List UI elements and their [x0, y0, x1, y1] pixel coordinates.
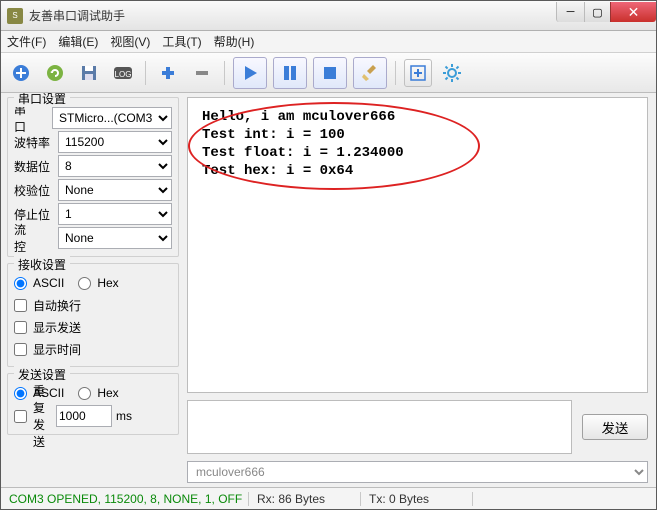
parity-label: 校验位 — [14, 182, 52, 199]
status-connection: COM3 OPENED, 115200, 8, NONE, 1, OFF — [1, 492, 249, 506]
autowrap-check[interactable]: 自动换行 — [14, 294, 172, 316]
status-tx: Tx: 0 Bytes — [361, 492, 473, 506]
menu-edit[interactable]: 编辑(E) — [58, 33, 98, 50]
window-buttons: ─ ▢ ✕ — [556, 1, 656, 30]
menu-view[interactable]: 视图(V) — [110, 33, 150, 50]
status-rx: Rx: 86 Bytes — [249, 492, 361, 506]
app-window: S 友善串口调试助手 ─ ▢ ✕ 文件(F) 编辑(E) 视图(V) 工具(T)… — [0, 0, 657, 510]
parity-select[interactable]: None — [58, 179, 172, 201]
port-select[interactable]: STMicro...(COM3 — [52, 107, 172, 129]
menu-help[interactable]: 帮助(H) — [214, 33, 255, 50]
plus-icon[interactable] — [154, 59, 182, 87]
showtime-check[interactable]: 显示时间 — [14, 338, 172, 360]
refresh-icon[interactable] — [41, 59, 69, 87]
separator — [224, 61, 225, 85]
menubar: 文件(F) 编辑(E) 视图(V) 工具(T) 帮助(H) — [1, 31, 656, 53]
sidebar: 串口设置 串 口 STMicro...(COM3 波特率 115200 数据位 … — [1, 93, 185, 487]
send-row: 发送 — [187, 399, 648, 455]
pause-icon[interactable] — [273, 57, 307, 89]
separator — [145, 61, 146, 85]
group-legend: 串口设置 — [14, 93, 70, 107]
play-icon[interactable] — [233, 57, 267, 89]
flow-label: 流 控 — [14, 221, 52, 255]
recv-hex-radio[interactable]: Hex — [78, 272, 118, 294]
receive-textarea[interactable]: Hello, i am mculover666 Test int: i = 10… — [187, 97, 648, 393]
stopbit-label: 停止位 — [14, 206, 52, 223]
repeat-check[interactable]: 重复发送 — [14, 405, 52, 427]
close-button[interactable]: ✕ — [610, 2, 656, 22]
send-button[interactable]: 发送 — [582, 414, 648, 440]
stopbit-select[interactable]: 1 — [58, 203, 172, 225]
clean-icon[interactable] — [353, 57, 387, 89]
toolbar: LOG — [1, 53, 656, 93]
history-select[interactable]: mculover666 — [187, 461, 648, 483]
recv-ascii-radio[interactable]: ASCII — [14, 272, 64, 294]
baud-select[interactable]: 115200 — [58, 131, 172, 153]
recv-settings-group: 接收设置 ASCII Hex 自动换行 显示发送 显示时间 — [7, 263, 179, 367]
log-icon[interactable]: LOG — [109, 59, 137, 87]
separator — [395, 61, 396, 85]
interval-input[interactable] — [56, 405, 112, 427]
svg-text:LOG: LOG — [115, 70, 132, 79]
maximize-button[interactable]: ▢ — [584, 2, 610, 22]
baud-label: 波特率 — [14, 134, 52, 151]
add-panel-icon[interactable] — [404, 59, 432, 87]
app-icon: S — [7, 8, 23, 24]
group-legend: 接收设置 — [14, 256, 70, 273]
gear-icon[interactable] — [438, 59, 466, 87]
new-icon[interactable] — [7, 59, 35, 87]
showsend-check[interactable]: 显示发送 — [14, 316, 172, 338]
serial-settings-group: 串口设置 串 口 STMicro...(COM3 波特率 115200 数据位 … — [7, 97, 179, 257]
menu-tool[interactable]: 工具(T) — [162, 33, 201, 50]
databit-label: 数据位 — [14, 158, 52, 175]
right-column: Hello, i am mculover666 Test int: i = 10… — [185, 93, 656, 487]
minus-icon[interactable] — [188, 59, 216, 87]
titlebar[interactable]: S 友善串口调试助手 ─ ▢ ✕ — [1, 1, 656, 31]
minimize-button[interactable]: ─ — [556, 2, 584, 22]
save-icon[interactable] — [75, 59, 103, 87]
status-bar: COM3 OPENED, 115200, 8, NONE, 1, OFF Rx:… — [1, 487, 656, 509]
flow-select[interactable]: None — [58, 227, 172, 249]
window-title: 友善串口调试助手 — [29, 7, 556, 24]
send-settings-group: 发送设置 ASCII Hex 重复发送 ms — [7, 373, 179, 435]
group-legend: 发送设置 — [14, 366, 70, 383]
receive-text: Hello, i am mculover666 Test int: i = 10… — [188, 98, 647, 190]
databit-select[interactable]: 8 — [58, 155, 172, 177]
menu-file[interactable]: 文件(F) — [7, 33, 46, 50]
stop-icon[interactable] — [313, 57, 347, 89]
ms-label: ms — [116, 409, 132, 423]
send-textarea[interactable] — [187, 400, 572, 454]
main-area: 串口设置 串 口 STMicro...(COM3 波特率 115200 数据位 … — [1, 93, 656, 487]
send-hex-radio[interactable]: Hex — [78, 382, 118, 404]
